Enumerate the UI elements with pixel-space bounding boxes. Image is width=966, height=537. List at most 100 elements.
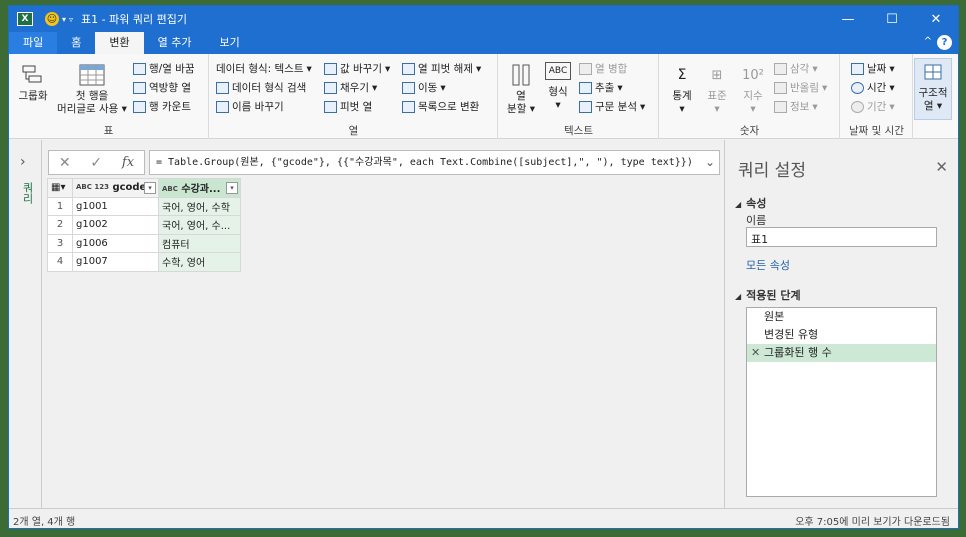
expand-queries-chevron-icon[interactable]: › bbox=[20, 154, 26, 170]
date-button[interactable]: 날짜 ▾ bbox=[851, 61, 895, 76]
fill-button[interactable]: 채우기 ▾ bbox=[324, 80, 377, 95]
cell-subjects[interactable]: 국어, 영어, 수... bbox=[158, 215, 241, 235]
split-column-icon bbox=[507, 62, 535, 88]
replace-values-button[interactable]: 값 바꾸기 ▾ bbox=[324, 61, 390, 76]
queries-pane: › 쿼리 bbox=[9, 140, 42, 510]
help-icon[interactable]: ? bbox=[937, 35, 952, 50]
table-row[interactable]: 2 g1002 국어, 영어, 수... bbox=[47, 215, 241, 235]
unpivot-columns-button[interactable]: 열 피벗 해제 ▾ bbox=[402, 61, 481, 76]
table-row[interactable]: 1 g1001 국어, 영어, 수학 bbox=[47, 196, 241, 216]
parse-button[interactable]: 구문 분석 ▾ bbox=[579, 99, 645, 114]
extract-label: 추출 bbox=[595, 82, 615, 94]
format-label: 형식 bbox=[548, 86, 568, 98]
cell-gcode[interactable]: g1007 bbox=[72, 252, 159, 272]
cell-subjects[interactable]: 국어, 영어, 수학 bbox=[158, 196, 241, 216]
minimize-button[interactable]: — bbox=[826, 6, 870, 32]
row-number: 2 bbox=[47, 215, 73, 235]
transpose-button[interactable]: 행/열 바꿈 bbox=[133, 61, 195, 76]
tab-home[interactable]: 홈 bbox=[57, 32, 95, 54]
cell-subjects[interactable]: 수학, 영어 bbox=[158, 252, 241, 272]
information-button[interactable]: 정보 ▾ bbox=[774, 99, 818, 114]
row-number: 1 bbox=[47, 196, 73, 216]
maximize-button[interactable]: ☐ bbox=[870, 6, 914, 32]
cell-subjects[interactable]: 컴퓨터 bbox=[158, 233, 241, 253]
query-settings-pane: 쿼리 설정 ✕ ◢ 속성 이름 표1 모든 속성 ◢ 적용된 단계 원본 변경된 유… bbox=[724, 140, 958, 510]
column-header-subjects[interactable]: ABC 수강과... ▾ bbox=[158, 178, 241, 198]
rounding-label: 반올림 bbox=[790, 82, 819, 94]
smiley-feedback-icon[interactable]: ☺ bbox=[45, 12, 59, 26]
queries-pane-label[interactable]: 쿼리 bbox=[19, 182, 35, 204]
commit-formula-icon[interactable]: ✓ bbox=[90, 155, 102, 171]
step-item-grouped-rows[interactable]: ✕ 그룹화된 행 수 bbox=[747, 344, 936, 362]
column-header-gcode[interactable]: ABC 123 gcode ▾ bbox=[72, 178, 159, 198]
tab-file[interactable]: 파일 bbox=[9, 32, 58, 54]
expand-formula-chevron-icon[interactable]: ⌄ bbox=[705, 151, 715, 174]
formula-input[interactable]: = Table.Group(원본, {"gcode"}, {{"수강과목", e… bbox=[149, 150, 720, 175]
use-first-row-as-header-button[interactable]: 첫 행을 머리글로 사용 ▾ bbox=[53, 62, 131, 116]
extract-button[interactable]: 추출 ▾ bbox=[579, 80, 623, 95]
format-abc-icon: ABC bbox=[545, 62, 571, 80]
statistics-button[interactable]: Σ 통계 ▾ bbox=[666, 62, 698, 116]
query-name-input[interactable]: 표1 bbox=[746, 227, 937, 247]
count-rows-button[interactable]: 행 카운트 bbox=[133, 99, 191, 114]
split-column-button[interactable]: 열 분할 ▾ bbox=[503, 62, 539, 116]
detect-data-type-button[interactable]: 데이터 형식 검색 bbox=[216, 80, 306, 95]
data-type-dropdown[interactable]: 데이터 형식: 텍스트 ▾ bbox=[216, 61, 312, 76]
merge-label: 열 병합 bbox=[595, 63, 628, 75]
fill-down-icon bbox=[324, 81, 337, 94]
trigonometry-button[interactable]: 삼각 ▾ bbox=[774, 61, 818, 76]
close-settings-icon[interactable]: ✕ bbox=[935, 158, 948, 176]
delete-step-icon[interactable]: ✕ bbox=[751, 344, 760, 362]
step-item-source[interactable]: 원본 bbox=[747, 308, 936, 326]
time-button[interactable]: 시간 ▾ bbox=[851, 80, 895, 95]
calendar-icon bbox=[851, 62, 864, 75]
tab-add-column[interactable]: 열 추가 bbox=[144, 32, 206, 54]
format-button[interactable]: ABC 형식 ▾ bbox=[541, 62, 575, 112]
collapse-ribbon-icon[interactable]: ^ bbox=[924, 36, 932, 47]
cell-gcode[interactable]: g1002 bbox=[72, 215, 159, 235]
convert-to-list-button[interactable]: 목록으로 변환 bbox=[402, 99, 479, 114]
pivot-label: 피벗 열 bbox=[340, 101, 373, 113]
date-label: 날짜 bbox=[867, 63, 887, 75]
table-menu-header[interactable]: ▦▾ bbox=[47, 178, 73, 198]
trig-icon bbox=[774, 62, 787, 75]
properties-heading[interactable]: ◢ 속성 bbox=[735, 195, 766, 211]
pivot-column-button[interactable]: 피벗 열 bbox=[324, 99, 372, 114]
filter-dropdown-icon[interactable]: ▾ bbox=[226, 182, 238, 194]
structured-column-button[interactable]: 구조적 열 ▾ bbox=[914, 58, 952, 120]
header-row-icon bbox=[78, 62, 106, 88]
table-row[interactable]: 4 g1007 수학, 영어 bbox=[47, 252, 241, 272]
quick-access-customize-icon[interactable]: ▿ bbox=[69, 15, 73, 24]
group-text-label: 텍스트 bbox=[564, 125, 593, 137]
clock-icon bbox=[851, 81, 864, 94]
reverse-rows-button[interactable]: 역방향 열 bbox=[133, 80, 191, 95]
tab-view[interactable]: 보기 bbox=[205, 32, 253, 54]
insert-function-icon[interactable]: fx bbox=[122, 155, 134, 170]
cell-gcode[interactable]: g1006 bbox=[72, 233, 159, 253]
quick-access-dropdown-icon[interactable]: ▾ bbox=[62, 15, 66, 24]
collapse-triangle-icon: ◢ bbox=[735, 292, 742, 301]
table-row[interactable]: 3 g1006 컴퓨터 bbox=[47, 233, 241, 253]
standard-button[interactable]: ⊞ 표준 ▾ bbox=[700, 62, 734, 116]
rename-button[interactable]: 이름 바꾸기 bbox=[216, 99, 284, 114]
step-item-changed-type[interactable]: 변경된 유형 bbox=[747, 326, 936, 344]
close-window-button[interactable]: ✕ bbox=[914, 6, 958, 32]
table-menu-icon: ▦▾ bbox=[51, 182, 66, 194]
cancel-formula-icon[interactable]: ✕ bbox=[59, 155, 71, 171]
applied-steps-heading[interactable]: ◢ 적용된 단계 bbox=[735, 287, 801, 303]
move-button[interactable]: 이동 ▾ bbox=[402, 80, 446, 95]
structured-column-icon bbox=[919, 59, 947, 85]
formula-buttons: ✕ ✓ fx bbox=[48, 150, 145, 175]
rounding-button[interactable]: 반올림 ▾ bbox=[774, 80, 827, 95]
filter-dropdown-icon[interactable]: ▾ bbox=[144, 182, 156, 194]
tab-transform[interactable]: 변환 bbox=[95, 32, 144, 54]
scientific-button[interactable]: 10² 지수 ▾ bbox=[736, 62, 770, 116]
formula-bar: ✕ ✓ fx = Table.Group(원본, {"gcode"}, {{"수… bbox=[48, 150, 720, 175]
merge-columns-button[interactable]: 열 병합 bbox=[579, 61, 627, 76]
group-by-button[interactable]: 그룹화 bbox=[13, 62, 53, 103]
all-properties-link[interactable]: 모든 속성 bbox=[746, 257, 790, 273]
duration-button[interactable]: 기간 ▾ bbox=[851, 99, 895, 114]
cell-gcode[interactable]: g1001 bbox=[72, 196, 159, 216]
statistics-icon: Σ bbox=[677, 66, 687, 83]
first-row-label: 첫 행을 bbox=[75, 90, 109, 102]
